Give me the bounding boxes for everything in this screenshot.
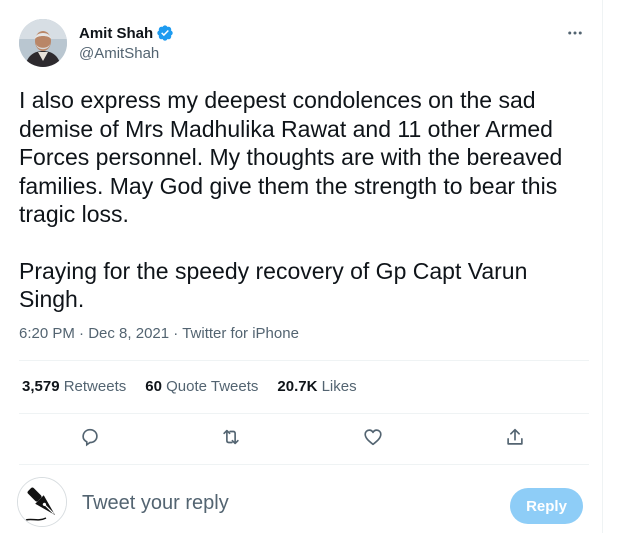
tweet-paragraph: I also express my deepest condolences on… (19, 87, 563, 227)
retweets-count: 3,579 (22, 378, 60, 395)
author-name[interactable]: Amit Shah (79, 24, 174, 42)
like-icon[interactable] (362, 426, 384, 448)
likes-count: 20.7K (277, 378, 318, 395)
author-handle[interactable]: @AmitShah (79, 45, 159, 62)
more-options-icon[interactable] (564, 22, 586, 44)
likes-stat[interactable]: 20.7K Likes (277, 378, 356, 395)
quote-tweets-stat[interactable]: 60 Quote Tweets (145, 378, 258, 395)
verified-badge-icon (156, 24, 174, 42)
quotes-label: Quote Tweets (166, 378, 259, 395)
avatar-image (19, 19, 67, 67)
user-avatar[interactable] (17, 477, 67, 527)
reply-icon[interactable] (79, 426, 101, 448)
retweets-label: Retweets (63, 378, 127, 395)
meta-separator: · (173, 325, 179, 342)
retweet-icon[interactable] (220, 426, 242, 448)
tweet-source[interactable]: Twitter for iPhone (182, 325, 299, 342)
quotes-count: 60 (145, 378, 162, 395)
divider (19, 464, 589, 465)
likes-label: Likes (321, 378, 357, 395)
tweet-stats: 3,579 Retweets 60 Quote Tweets 20.7K Lik… (22, 378, 357, 395)
fountain-pen-icon (18, 478, 66, 526)
reply-input[interactable]: Tweet your reply (82, 492, 229, 515)
divider (19, 413, 589, 414)
tweet-actions (19, 420, 589, 454)
tweet-time[interactable]: 6:20 PM (19, 325, 75, 342)
share-icon[interactable] (504, 426, 526, 448)
retweets-stat[interactable]: 3,579 Retweets (22, 378, 126, 395)
tweet-metadata: 6:20 PM · Dec 8, 2021 · Twitter for iPho… (19, 325, 299, 342)
divider (19, 360, 589, 361)
tweet-text: I also express my deepest condolences on… (19, 86, 589, 314)
meta-separator: · (79, 325, 85, 342)
tweet-date[interactable]: Dec 8, 2021 (88, 325, 169, 342)
tweet-paragraph: Praying for the speedy recovery of Gp Ca… (19, 257, 528, 313)
reply-button[interactable]: Reply (510, 488, 583, 524)
author-name-text[interactable]: Amit Shah (79, 25, 153, 42)
author-avatar[interactable] (19, 19, 67, 67)
tweet-detail: Amit Shah @AmitShah I also express my de… (0, 0, 603, 533)
